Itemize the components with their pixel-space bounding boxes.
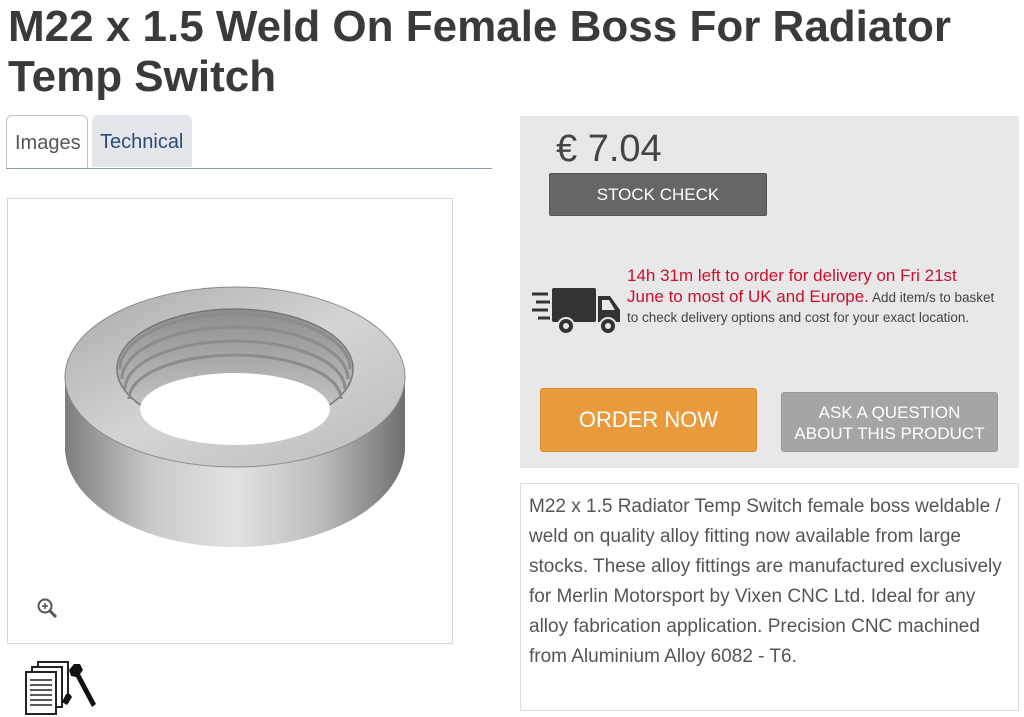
product-image[interactable] bbox=[8, 199, 452, 643]
stock-check-button[interactable]: STOCK CHECK bbox=[549, 173, 767, 216]
page-title: M22 x 1.5 Weld On Female Boss For Radiat… bbox=[8, 2, 952, 101]
technical-docs-icon[interactable] bbox=[24, 660, 98, 716]
order-now-button[interactable]: ORDER NOW bbox=[540, 388, 757, 452]
product-price: € 7.04 bbox=[556, 128, 662, 170]
tab-technical[interactable]: Technical bbox=[92, 115, 192, 167]
ask-question-label-line1: ASK A QUESTION bbox=[818, 403, 961, 422]
product-image-panel bbox=[7, 198, 453, 644]
product-description: M22 x 1.5 Radiator Temp Switch female bo… bbox=[520, 483, 1019, 711]
delivery-truck-icon bbox=[532, 288, 620, 335]
product-tabs: Images Technical bbox=[6, 115, 492, 169]
zoom-in-icon[interactable] bbox=[36, 597, 58, 619]
tab-images[interactable]: Images bbox=[6, 115, 88, 168]
delivery-info: 14h 31m left to order for delivery on Fr… bbox=[627, 266, 997, 328]
ask-question-label-line2: ABOUT THIS PRODUCT bbox=[794, 424, 985, 443]
ask-question-button[interactable]: ASK A QUESTION ABOUT THIS PRODUCT bbox=[781, 392, 998, 452]
purchase-panel: € 7.04 STOCK CHECK 14h 31m left to order… bbox=[520, 116, 1019, 468]
